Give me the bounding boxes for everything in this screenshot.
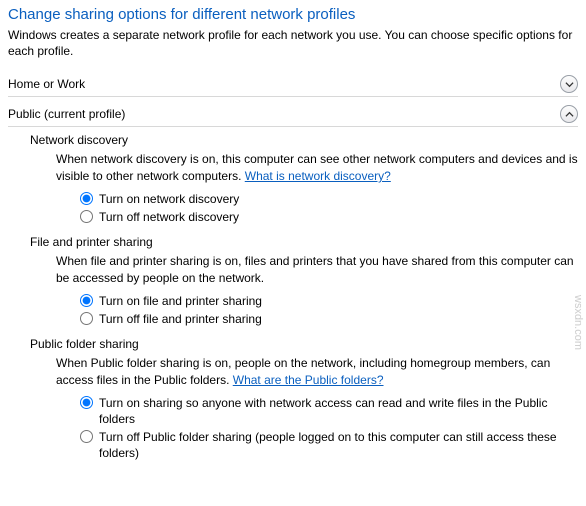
heading-file-printer: File and printer sharing (30, 235, 578, 249)
chevron-up-icon[interactable] (560, 105, 578, 123)
radio-fp-on-label: Turn on file and printer sharing (99, 293, 262, 309)
radio-fp-off[interactable]: Turn off file and printer sharing (80, 311, 578, 327)
radio-pf-on[interactable]: Turn on sharing so anyone with network a… (80, 395, 578, 427)
page-title: Change sharing options for different net… (8, 6, 578, 23)
radio-nd-off-label: Turn off network discovery (99, 209, 239, 225)
radio-pf-off-label: Turn off Public folder sharing (people l… (99, 429, 578, 461)
radio-pf-off[interactable]: Turn off Public folder sharing (people l… (80, 429, 578, 461)
radio-pf-on-input[interactable] (80, 396, 93, 409)
radio-fp-off-input[interactable] (80, 312, 93, 325)
watermark: wsxdn.com (572, 295, 584, 350)
desc-file-printer: When file and printer sharing is on, fil… (56, 253, 578, 287)
heading-network-discovery: Network discovery (30, 133, 578, 147)
desc-network-discovery: When network discovery is on, this compu… (56, 151, 578, 185)
radio-pf-on-label: Turn on sharing so anyone with network a… (99, 395, 578, 427)
radio-fp-on[interactable]: Turn on file and printer sharing (80, 293, 578, 309)
radio-nd-on-label: Turn on network discovery (99, 191, 239, 207)
radio-nd-off-input[interactable] (80, 210, 93, 223)
section-home-or-work[interactable]: Home or Work (8, 73, 578, 97)
radio-group-network-discovery: Turn on network discovery Turn off netwo… (80, 191, 578, 225)
radio-nd-off[interactable]: Turn off network discovery (80, 209, 578, 225)
heading-public-folder: Public folder sharing (30, 337, 578, 351)
section-public[interactable]: Public (current profile) (8, 103, 578, 127)
link-what-is-network-discovery[interactable]: What is network discovery? (245, 169, 391, 183)
radio-nd-on-input[interactable] (80, 192, 93, 205)
radio-group-public-folder: Turn on sharing so anyone with network a… (80, 395, 578, 462)
link-what-are-public-folders[interactable]: What are the Public folders? (233, 373, 384, 387)
section-home-label: Home or Work (8, 77, 85, 91)
radio-nd-on[interactable]: Turn on network discovery (80, 191, 578, 207)
radio-group-file-printer: Turn on file and printer sharing Turn of… (80, 293, 578, 327)
radio-pf-off-input[interactable] (80, 430, 93, 443)
page-subtitle: Windows creates a separate network profi… (8, 27, 578, 59)
desc-public-folder: When Public folder sharing is on, people… (56, 355, 578, 389)
radio-fp-on-input[interactable] (80, 294, 93, 307)
radio-fp-off-label: Turn off file and printer sharing (99, 311, 262, 327)
chevron-down-icon[interactable] (560, 75, 578, 93)
section-public-label: Public (current profile) (8, 107, 125, 121)
